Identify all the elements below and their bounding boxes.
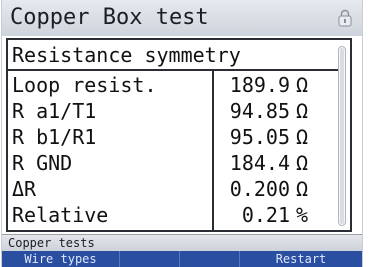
section-heading: Resistance symmetry [12,43,241,67]
result-row-relative: Relative 0.21 % [8,203,338,227]
result-row-r-a1-t1: R a1/T1 94.85 Ω [8,99,338,123]
heading-divider [8,69,338,71]
row-unit: Ω [296,99,309,123]
row-value: 0.200 [229,177,290,201]
row-value: 184.4 [229,151,290,175]
row-value: 95.05 [229,125,290,149]
device-screen: Copper Box test Resistance symmetry Loop… [2,0,362,267]
result-row-r-gnd: R GND 184.4 Ω [8,151,338,175]
row-value: 0.21 [241,203,290,227]
softkey-restart-button[interactable]: Restart [240,251,362,267]
result-row-loop-resist: Loop resist. 189.9 Ω [8,73,338,97]
row-label: R a1/T1 [12,99,97,123]
app-title: Copper Box test [10,5,209,30]
result-row-delta-r: ΔR 0.200 Ω [8,177,338,201]
lock-icon [338,9,352,27]
softkey-3-button[interactable] [180,251,240,267]
title-bar: Copper Box test [2,0,362,36]
vertical-scrollbar[interactable] [338,46,346,226]
scrollbar-thumb[interactable] [340,48,344,224]
result-row-r-b1-r1: R b1/R1 95.05 Ω [8,125,338,149]
row-unit: Ω [296,151,309,175]
row-unit: Ω [296,125,309,149]
row-label: R b1/R1 [12,125,97,149]
row-value: 189.9 [229,73,290,97]
results-panel: Resistance symmetry Loop resist. 189.9 Ω… [6,38,352,232]
softkey-bar: Wire types Restart [2,251,362,267]
row-unit: Ω [296,73,309,97]
softkey-2-button[interactable] [120,251,180,267]
row-unit: % [296,203,309,227]
row-label: Relative [12,203,109,227]
status-bar: Copper tests [2,234,362,251]
row-label: Loop resist. [12,73,157,97]
softkey-wire-types-button[interactable]: Wire types [2,251,120,267]
row-label: ΔR [12,177,37,201]
status-text: Copper tests [8,236,95,250]
row-label: R GND [12,151,73,175]
row-unit: Ω [296,177,309,201]
row-value: 94.85 [229,99,290,123]
